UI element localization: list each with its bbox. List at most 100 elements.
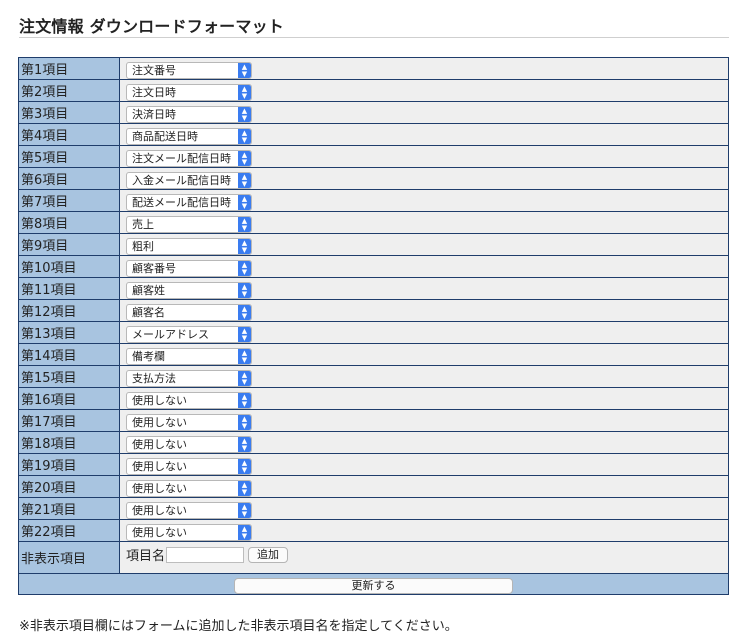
row-value-cell: 注文日時 ▲ ▼ <box>119 79 729 102</box>
select-arrows-icon: ▲ ▼ <box>238 260 251 276</box>
select-arrows-icon: ▲ ▼ <box>238 326 251 342</box>
item-select[interactable]: 商品配送日時 ▲ ▼ <box>126 127 252 145</box>
row-value-cell: 備考欄 ▲ ▼ <box>119 343 729 366</box>
format-row: 第6項目 入金メール配信日時 ▲ ▼ <box>18 167 729 190</box>
item-select-value: 備考欄 <box>132 349 165 363</box>
row-value-cell: 配送メール配信日時 ▲ ▼ <box>119 189 729 212</box>
format-row: 第11項目 顧客姓 ▲ ▼ <box>18 277 729 300</box>
row-label: 第19項目 <box>18 453 120 476</box>
item-select[interactable]: 備考欄 ▲ ▼ <box>126 347 252 365</box>
update-row: 更新する <box>18 573 729 595</box>
format-row: 第20項目 使用しない ▲ ▼ <box>18 475 729 498</box>
row-value-cell: 使用しない ▲ ▼ <box>119 387 729 410</box>
select-arrows-icon: ▲ ▼ <box>238 392 251 408</box>
select-arrows-icon: ▲ ▼ <box>238 216 251 232</box>
row-value-cell: 使用しない ▲ ▼ <box>119 409 729 432</box>
page-title: 注文情報 ダウンロードフォーマット <box>19 17 284 36</box>
format-row: 第21項目 使用しない ▲ ▼ <box>18 497 729 520</box>
format-rows: 第1項目 注文番号 ▲ ▼ 第2項目 注文日時 ▲ ▼ 第3項目 決済日時 ▲ ▼ 第4項目 商品配送日時… <box>18 57 729 542</box>
item-select-value: 売上 <box>132 217 154 231</box>
format-row: 第22項目 使用しない ▲ ▼ <box>18 519 729 542</box>
item-select[interactable]: 決済日時 ▲ ▼ <box>126 105 252 123</box>
item-select-value: 使用しない <box>132 481 187 495</box>
select-arrows-icon: ▲ ▼ <box>238 194 251 210</box>
item-select-value: 支払方法 <box>132 371 176 385</box>
row-label: 第3項目 <box>18 101 120 124</box>
item-select[interactable]: 使用しない ▲ ▼ <box>126 435 252 453</box>
format-row: 第1項目 注文番号 ▲ ▼ <box>18 57 729 80</box>
row-label: 第4項目 <box>18 123 120 146</box>
item-select[interactable]: 使用しない ▲ ▼ <box>126 457 252 475</box>
format-row: 第18項目 使用しない ▲ ▼ <box>18 431 729 454</box>
item-select[interactable]: 顧客名 ▲ ▼ <box>126 303 252 321</box>
item-select-value: 商品配送日時 <box>132 129 198 143</box>
format-row: 第13項目 メールアドレス ▲ ▼ <box>18 321 729 344</box>
row-label: 第6項目 <box>18 167 120 190</box>
item-select[interactable]: メールアドレス ▲ ▼ <box>126 325 252 343</box>
item-select[interactable]: 粗利 ▲ ▼ <box>126 237 252 255</box>
row-label: 第5項目 <box>18 145 120 168</box>
update-button[interactable]: 更新する <box>234 578 513 594</box>
select-arrows-icon: ▲ ▼ <box>238 172 251 188</box>
format-row: 第19項目 使用しない ▲ ▼ <box>18 453 729 476</box>
row-label: 第15項目 <box>18 365 120 388</box>
item-select[interactable]: 使用しない ▲ ▼ <box>126 479 252 497</box>
row-value-cell: 使用しない ▲ ▼ <box>119 453 729 476</box>
row-value-cell: 使用しない ▲ ▼ <box>119 475 729 498</box>
row-label: 第17項目 <box>18 409 120 432</box>
item-select[interactable]: 注文番号 ▲ ▼ <box>126 61 252 79</box>
row-value-cell: 使用しない ▲ ▼ <box>119 431 729 454</box>
item-select-value: 顧客姓 <box>132 283 165 297</box>
title-divider <box>19 37 729 38</box>
item-select[interactable]: 注文メール配信日時 ▲ ▼ <box>126 149 252 167</box>
item-select[interactable]: 支払方法 ▲ ▼ <box>126 369 252 387</box>
row-value-cell: 決済日時 ▲ ▼ <box>119 101 729 124</box>
hidden-item-name-input[interactable] <box>166 546 245 563</box>
format-row: 第3項目 決済日時 ▲ ▼ <box>18 101 729 124</box>
row-label: 第7項目 <box>18 189 120 212</box>
item-select-value: 粗利 <box>132 239 154 253</box>
row-label: 第20項目 <box>18 475 120 498</box>
row-label: 第14項目 <box>18 343 120 366</box>
row-value-cell: 使用しない ▲ ▼ <box>119 519 729 542</box>
item-select-value: 顧客名 <box>132 305 165 319</box>
format-row: 第5項目 注文メール配信日時 ▲ ▼ <box>18 145 729 168</box>
item-select[interactable]: 使用しない ▲ ▼ <box>126 391 252 409</box>
row-value-cell: 支払方法 ▲ ▼ <box>119 365 729 388</box>
add-hidden-item-button[interactable]: 追加 <box>248 546 289 563</box>
item-select[interactable]: 使用しない ▲ ▼ <box>126 523 252 541</box>
item-select[interactable]: 注文日時 ▲ ▼ <box>126 83 252 101</box>
item-select-value: 使用しない <box>132 415 187 429</box>
format-row: 第16項目 使用しない ▲ ▼ <box>18 387 729 410</box>
item-select-value: 入金メール配信日時 <box>132 173 231 187</box>
row-value-cell: 入金メール配信日時 ▲ ▼ <box>119 167 729 190</box>
format-row: 第10項目 顧客番号 ▲ ▼ <box>18 255 729 278</box>
item-select-value: 使用しない <box>132 459 187 473</box>
row-label: 第10項目 <box>18 255 120 278</box>
format-row: 第8項目 売上 ▲ ▼ <box>18 211 729 234</box>
row-label: 第21項目 <box>18 497 120 520</box>
row-value-cell: メールアドレス ▲ ▼ <box>119 321 729 344</box>
item-select[interactable]: 使用しない ▲ ▼ <box>126 413 252 431</box>
item-select[interactable]: 顧客姓 ▲ ▼ <box>126 281 252 299</box>
item-select[interactable]: 入金メール配信日時 ▲ ▼ <box>126 171 252 189</box>
row-label: 第16項目 <box>18 387 120 410</box>
row-label: 第9項目 <box>18 233 120 256</box>
row-value-cell: 注文番号 ▲ ▼ <box>119 57 729 80</box>
row-value-cell: 商品配送日時 ▲ ▼ <box>119 123 729 146</box>
select-arrows-icon: ▲ ▼ <box>238 348 251 364</box>
item-select[interactable]: 使用しない ▲ ▼ <box>126 501 252 519</box>
item-select-value: 顧客番号 <box>132 261 176 275</box>
select-arrows-icon: ▲ ▼ <box>238 128 251 144</box>
item-select[interactable]: 売上 ▲ ▼ <box>126 215 252 233</box>
row-label: 第13項目 <box>18 321 120 344</box>
item-select[interactable]: 配送メール配信日時 ▲ ▼ <box>126 193 252 211</box>
item-select[interactable]: 顧客番号 ▲ ▼ <box>126 259 252 277</box>
item-select-value: 配送メール配信日時 <box>132 195 231 209</box>
format-row: 第2項目 注文日時 ▲ ▼ <box>18 79 729 102</box>
select-arrows-icon: ▲ ▼ <box>238 458 251 474</box>
item-select-value: 使用しない <box>132 525 187 539</box>
update-cell: 更新する <box>18 573 729 595</box>
row-value-cell: 顧客番号 ▲ ▼ <box>119 255 729 278</box>
item-select-value: 使用しない <box>132 437 187 451</box>
